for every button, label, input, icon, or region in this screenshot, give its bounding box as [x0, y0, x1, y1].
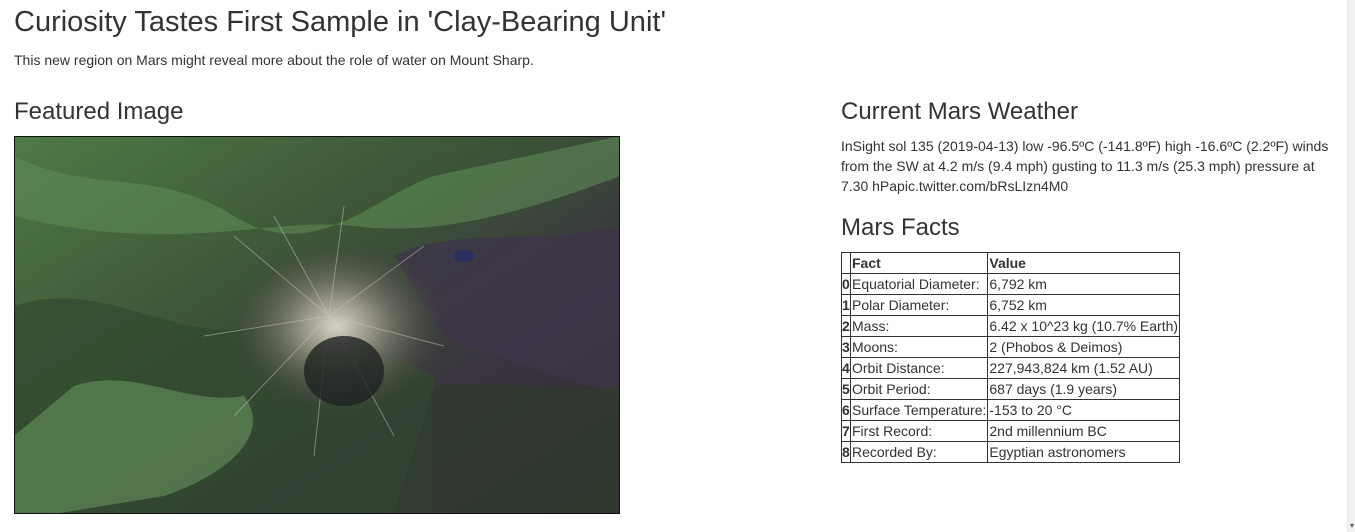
mars-facts-table: Fact Value 0 Equatorial Diameter: 6,792 …: [841, 252, 1181, 463]
fact-cell: Moons:: [849, 336, 989, 358]
fact-cell: First Record:: [849, 420, 989, 442]
news-teaser: This new region on Mars might reveal mor…: [14, 52, 534, 68]
value-cell: 2 (Phobos & Deimos): [987, 336, 1181, 358]
volcano-terrain-image: [14, 136, 620, 514]
table-header-row: Fact Value: [841, 252, 1181, 274]
weather-heading: Current Mars Weather: [841, 98, 1078, 125]
table-row: 0 Equatorial Diameter: 6,792 km: [841, 273, 1181, 295]
table-row: 8 Recorded By: Egyptian astronomers: [841, 441, 1181, 463]
value-cell: 6.42 x 10^23 kg (10.7% Earth): [987, 315, 1181, 337]
row-index: 1: [841, 294, 851, 316]
value-cell: Egyptian astronomers: [987, 441, 1181, 463]
fact-cell: Orbit Period:: [849, 378, 989, 400]
index-column-header: [841, 252, 851, 274]
news-title[interactable]: Curiosity Tastes First Sample in 'Clay-B…: [14, 6, 666, 39]
fact-cell: Equatorial Diameter:: [849, 273, 989, 295]
featured-image-heading: Featured Image: [14, 98, 184, 125]
featured-image[interactable]: [14, 136, 620, 514]
row-index: 3: [841, 336, 851, 358]
table-row: 1 Polar Diameter: 6,752 km: [841, 294, 1181, 316]
table-row: 7 First Record: 2nd millennium BC: [841, 420, 1181, 442]
table-row: 2 Mass: 6.42 x 10^23 kg (10.7% Earth): [841, 315, 1181, 337]
row-index: 5: [841, 378, 851, 400]
value-cell: 6,752 km: [987, 294, 1181, 316]
weather-report: InSight sol 135 (2019-04-13) low -96.5ºC…: [841, 138, 1329, 194]
mars-facts-heading: Mars Facts: [841, 214, 960, 241]
fact-cell: Recorded By:: [849, 441, 989, 463]
table-row: 3 Moons: 2 (Phobos & Deimos): [841, 336, 1181, 358]
row-index: 0: [841, 273, 851, 295]
value-cell: 2nd millennium BC: [987, 420, 1181, 442]
row-index: 8: [841, 441, 851, 463]
fact-cell: Surface Temperature:: [849, 399, 989, 421]
fact-column-header: Fact: [849, 252, 989, 274]
fact-cell: Mass:: [849, 315, 989, 337]
row-index: 7: [841, 420, 851, 442]
fact-cell: Orbit Distance:: [849, 357, 989, 379]
row-index: 2: [841, 315, 851, 337]
value-cell: 227,943,824 km (1.52 AU): [987, 357, 1181, 379]
table-row: 6 Surface Temperature: -153 to 20 °C: [841, 399, 1181, 421]
value-cell: -153 to 20 °C: [987, 399, 1181, 421]
fact-cell: Polar Diameter:: [849, 294, 989, 316]
row-index: 6: [841, 399, 851, 421]
vertical-scrollbar[interactable]: ▾: [1347, 0, 1355, 532]
value-column-header: Value: [987, 252, 1181, 274]
table-row: 4 Orbit Distance: 227,943,824 km (1.52 A…: [841, 357, 1181, 379]
page: Curiosity Tastes First Sample in 'Clay-B…: [0, 0, 1355, 532]
value-cell: 6,792 km: [987, 273, 1181, 295]
table-row: 5 Orbit Period: 687 days (1.9 years): [841, 378, 1181, 400]
scroll-down-arrow-icon[interactable]: ▾: [1350, 521, 1354, 530]
row-index: 4: [841, 357, 851, 379]
value-cell: 687 days (1.9 years): [987, 378, 1181, 400]
